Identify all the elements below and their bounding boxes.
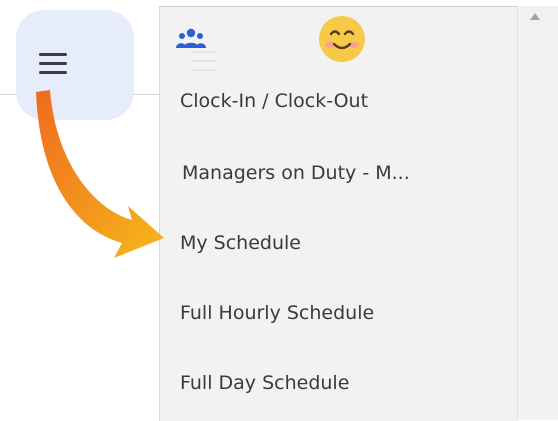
menu-item-clock-in-out[interactable]: Clock-In / Clock-Out (180, 90, 368, 112)
hamburger-icon (39, 53, 67, 75)
menu-item-my-schedule[interactable]: My Schedule (180, 232, 301, 254)
scroll-up-arrow-icon[interactable] (530, 13, 540, 20)
scrollbar[interactable] (517, 6, 558, 420)
menu-button[interactable] (16, 10, 134, 120)
faded-menu-icon (192, 43, 216, 77)
smiley-face-icon[interactable] (318, 15, 366, 63)
navigation-drawer: Clock-In / Clock-Out Managers on Duty - … (159, 6, 518, 421)
menu-item-managers-on-duty[interactable]: Managers on Duty - M... (182, 162, 410, 184)
menu-item-full-day-schedule[interactable]: Full Day Schedule (180, 372, 349, 394)
menu-item-full-hourly-schedule[interactable]: Full Hourly Schedule (180, 302, 374, 324)
